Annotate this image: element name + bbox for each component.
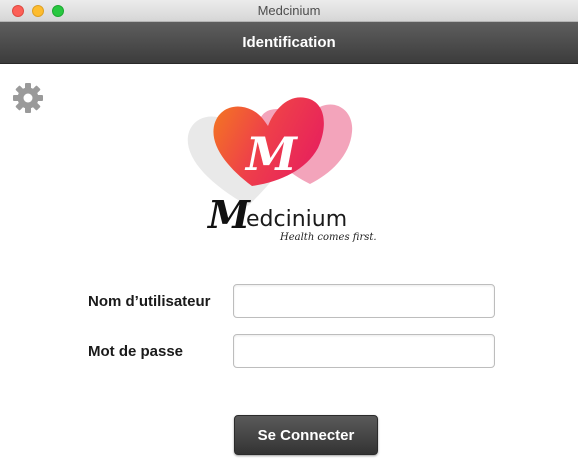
login-button[interactable]: Se Connecter xyxy=(234,415,378,455)
password-label: Mot de passe xyxy=(88,343,184,360)
username-input[interactable] xyxy=(233,284,495,318)
window-titlebar: Medcinium xyxy=(0,0,578,22)
logo-heart-initial: M xyxy=(244,127,299,181)
medcinium-logo: M M edcinium Health comes first. xyxy=(180,88,390,248)
logo-brand-initial: M xyxy=(206,192,251,237)
page-title: Identification xyxy=(242,34,336,51)
logo-brand-name: edcinium xyxy=(246,207,347,232)
window-title: Medcinium xyxy=(257,3,321,18)
password-input[interactable] xyxy=(233,334,495,368)
page-header: Identification xyxy=(0,22,578,64)
gear-icon xyxy=(13,83,43,113)
logo-tagline: Health comes first. xyxy=(279,232,377,243)
settings-button[interactable] xyxy=(12,82,44,114)
username-label: Nom d’utilisateur xyxy=(88,293,211,310)
